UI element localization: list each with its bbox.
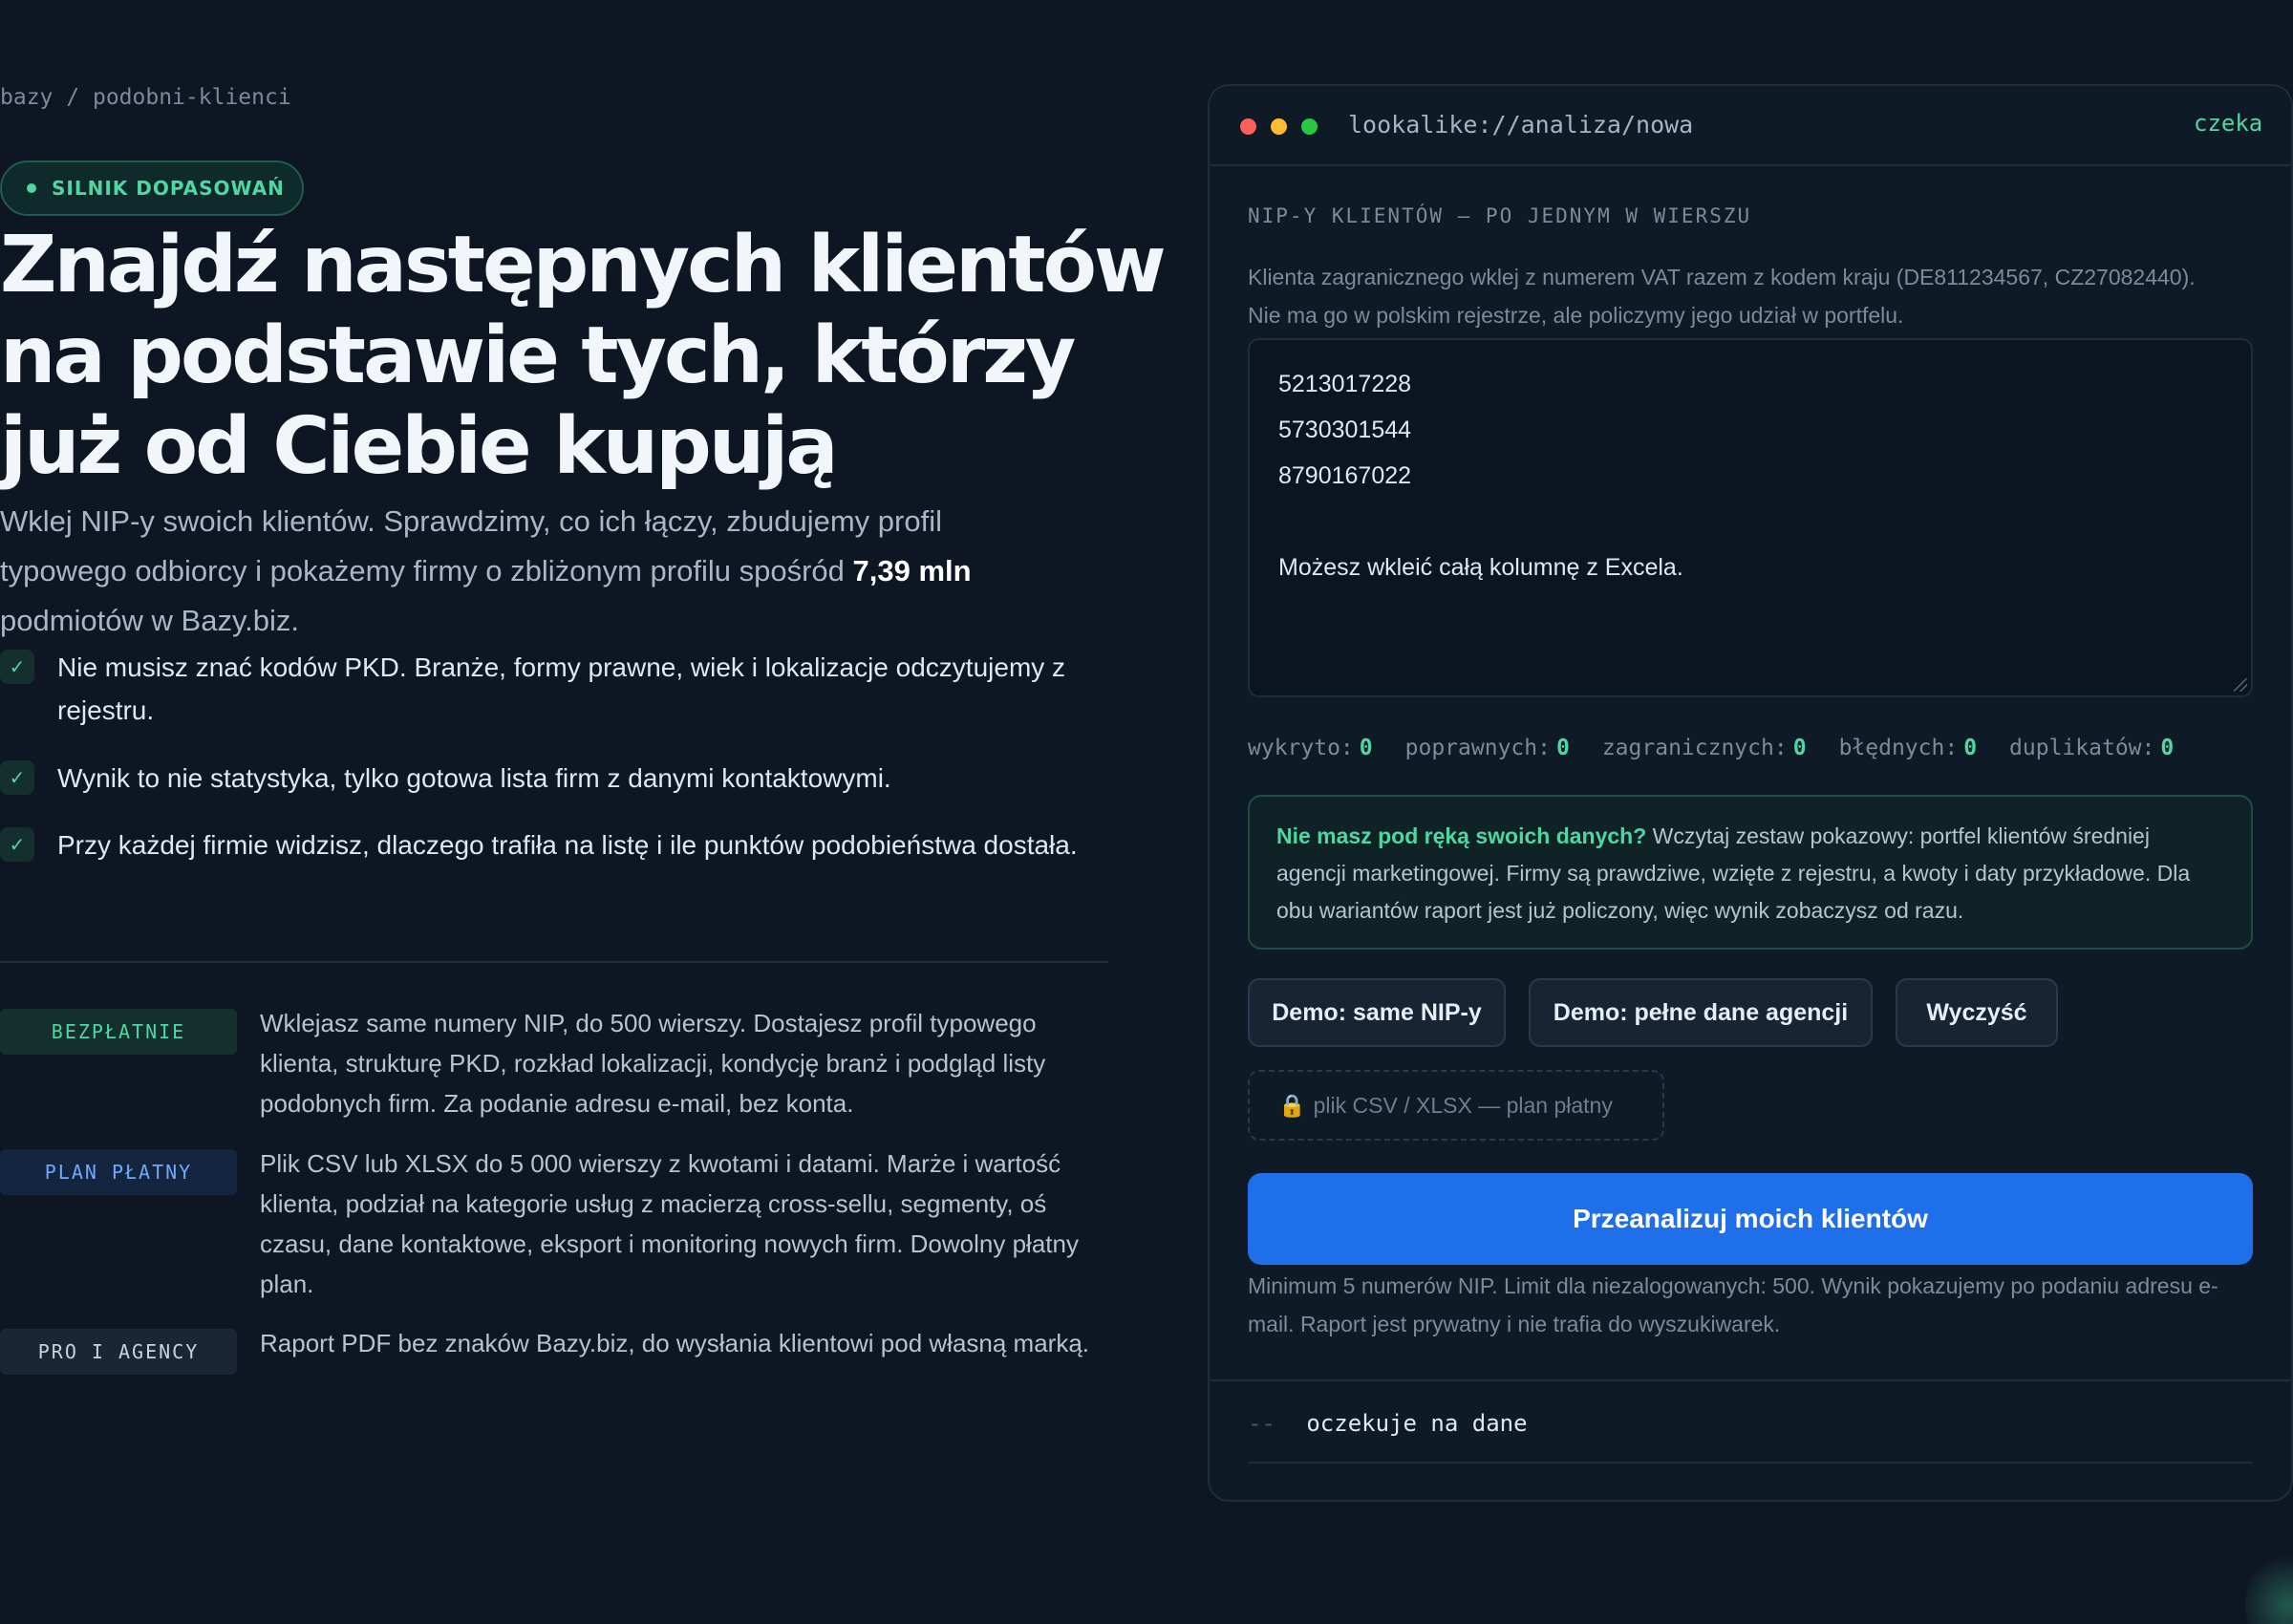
maximize-window-icon [1301, 118, 1318, 135]
nip-line: 8790167022 [1278, 462, 1412, 489]
demo-info-lead: Nie masz pod ręką swoich danych? [1276, 823, 1647, 848]
log-prompt: -- [1248, 1410, 1275, 1437]
check-icon: ✓ [0, 827, 34, 862]
tier-tag: PRO I AGENCY [0, 1329, 237, 1375]
tier-pro: PRO I AGENCY Raport PDF bez znaków Bazy.… [0, 1323, 1110, 1375]
close-window-icon [1240, 118, 1256, 135]
benefit-item: ✓ Przy każdej firmie widzisz, dlaczego t… [0, 823, 1108, 866]
counter-invalid: błędnych: 0 [1838, 736, 1978, 760]
corner-glow [2245, 1548, 2293, 1624]
parse-counters: wykryto: 0 poprawnych: 0 zagranicznych: 0 b… [1248, 736, 2206, 760]
page-title-line: na podstawie tych, którzy [0, 310, 1076, 401]
log-text: oczekuje na dane [1306, 1410, 1528, 1437]
tier-tag: PLAN PŁATNY [0, 1149, 237, 1195]
lead-suffix: podmiotów w Bazy.biz. [0, 604, 299, 637]
log-underline [1248, 1462, 2253, 1464]
tier-tag: BEZPŁATNIE [0, 1009, 237, 1055]
lead-prefix: Wklej NIP-y swoich klientów. Sprawdzimy,… [0, 504, 942, 588]
analysis-panel: lookalike://analiza/nowa czeka NIP-Y KLI… [1208, 84, 2293, 1502]
breadcrumb-current: podobni-klienci [92, 85, 291, 110]
minimize-window-icon [1271, 118, 1287, 135]
page-title-line: Znajdź następnych klientów [0, 220, 1167, 310]
analyze-button[interactable]: Przeanalizuj moich klientów [1248, 1173, 2253, 1265]
page: bazy / podobni-klienci SILNIK DOPASOWAŃ … [0, 0, 2293, 1624]
engine-badge-label: SILNIK DOPASOWAŃ [52, 177, 285, 200]
fine-print: Minimum 5 numerów NIP. Limit dla niezalo… [1248, 1273, 2218, 1336]
benefit-text: Przy każdej firmie widzisz, dlaczego tra… [57, 830, 1078, 860]
section-divider [0, 961, 1108, 963]
status-badge: czeka [2194, 110, 2263, 137]
demo-info-box: Nie masz pod ręką swoich danych? Wczytaj… [1248, 795, 2253, 950]
breadcrumb: bazy / podobni-klienci [0, 85, 291, 110]
nip-field-label: NIP-Y KLIENTÓW — PO JEDNYM W WIERSZU [1248, 204, 1752, 227]
tier-description: Wklejasz same numery NIP, do 500 wierszy… [260, 1009, 1046, 1118]
lead-highlight: 7,39 mln [852, 554, 972, 588]
nip-textarea[interactable]: 5213017228 5730301544 8790167022 Możesz … [1248, 338, 2253, 697]
window-titlebar: lookalike://analiza/nowa czeka [1210, 86, 2291, 166]
clear-button[interactable]: Wyczyść [1896, 978, 2058, 1047]
tier-description: Raport PDF bez znaków Bazy.biz, do wysła… [260, 1329, 1090, 1357]
nip-line: 5730301544 [1278, 417, 1412, 443]
upload-label: plik CSV / XLSX — plan płatny [1313, 1092, 1613, 1118]
counter-valid: poprawnych: 0 [1404, 736, 1570, 760]
counter-duplicates: duplikatów: 0 [2009, 736, 2175, 760]
textarea-note: Możesz wkleić całą kolumnę z Excela. [1278, 554, 1683, 581]
resize-handle-icon[interactable] [2234, 678, 2247, 692]
nip-field-hint: Klienta zagranicznego wklej z numerem VA… [1248, 265, 2196, 328]
counter-detected: wykryto: 0 [1248, 736, 1373, 760]
benefit-item: ✓ Nie musisz znać kodów PKD. Branże, for… [0, 646, 1108, 732]
status-dot-icon [27, 183, 36, 193]
page-title: Znajdź następnych klientów na podstawie … [0, 220, 1167, 492]
check-icon: ✓ [0, 760, 34, 795]
engine-badge: SILNIK DOPASOWAŃ [0, 160, 304, 216]
panel-divider [1210, 1379, 2291, 1381]
demo-full-data-button[interactable]: Demo: pełne dane agencji [1529, 978, 1873, 1047]
tier-description: Plik CSV lub XLSX do 5 000 wierszy z kwo… [260, 1149, 1079, 1298]
breadcrumb-separator: / [66, 85, 80, 110]
tier-free: BEZPŁATNIE Wklejasz same numery NIP, do … [0, 1003, 1110, 1123]
benefit-text: Wynik to nie statystyka, tylko gotowa li… [57, 763, 891, 793]
breadcrumb-root[interactable]: bazy [0, 85, 53, 110]
nip-line: 5213017228 [1278, 371, 1412, 397]
check-icon: ✓ [0, 650, 34, 684]
lead-paragraph: Wklej NIP-y swoich klientów. Sprawdzimy,… [0, 497, 1032, 646]
benefit-text: Nie musisz znać kodów PKD. Branże, formy… [57, 652, 1066, 725]
status-log: -- oczekuje na dane [1248, 1410, 1528, 1437]
panel-url: lookalike://analiza/nowa [1348, 111, 1694, 139]
tier-paid: PLAN PŁATNY Plik CSV lub XLSX do 5 000 w… [0, 1143, 1110, 1304]
file-upload-locked[interactable]: 🔒 plik CSV / XLSX — plan płatny [1248, 1070, 1664, 1141]
lock-icon: 🔒 [1278, 1092, 1306, 1118]
page-title-line: już od Ciebie kupują [0, 401, 839, 492]
benefit-item: ✓ Wynik to nie statystyka, tylko gotowa … [0, 757, 1108, 800]
counter-foreign: zagranicznych: 0 [1601, 736, 1807, 760]
demo-nip-button[interactable]: Demo: same NIP-y [1248, 978, 1506, 1047]
